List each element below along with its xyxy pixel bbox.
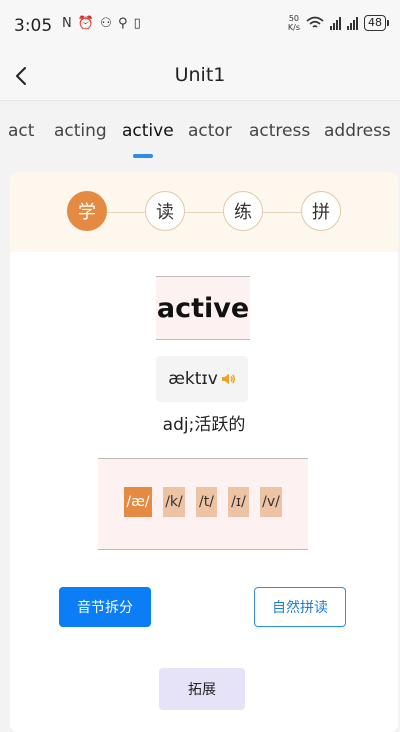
signal-icon-2	[347, 16, 358, 30]
active-tab-indicator	[133, 154, 153, 158]
page-title: Unit1	[174, 64, 226, 86]
word-card: 学 读 练 拼 active æktɪv adj;活跃的 /æ/ /k/ /t/…	[10, 172, 398, 732]
expand-button[interactable]: 拓展	[159, 668, 245, 710]
syllable-chip[interactable]: /ɪ/	[228, 487, 249, 517]
signal-icon	[330, 16, 341, 30]
tab-address[interactable]: address	[324, 121, 391, 141]
tab-actress[interactable]: actress	[249, 121, 310, 141]
step-practice[interactable]: 练	[223, 191, 263, 231]
status-indicators: 50 K/s 48	[287, 14, 389, 32]
syllable-chip[interactable]: /v/	[260, 487, 282, 517]
app-header: Unit1	[0, 52, 400, 100]
status-time: 3:05	[14, 16, 53, 36]
phonetic-text: æktɪv	[168, 369, 218, 389]
battery-indicator: 48	[364, 15, 389, 31]
word-tabs: act acting active actor actress address	[0, 100, 400, 161]
word-display: active	[156, 276, 250, 340]
step-progress: 学 读 练 拼	[10, 172, 398, 252]
syllable-chip[interactable]: /t/	[196, 487, 217, 517]
syllable-split-button[interactable]: 音节拆分	[59, 587, 151, 627]
tab-actor[interactable]: actor	[188, 121, 232, 141]
syllable-chip[interactable]: /k/	[163, 487, 185, 517]
tab-acting[interactable]: acting	[54, 121, 107, 141]
notification-icons: N ⏰ ⚇ ⚲ ▯	[62, 16, 142, 31]
phonetic-play-button[interactable]: æktɪv	[156, 356, 248, 402]
network-speed: 50 K/s	[287, 14, 300, 32]
tab-act[interactable]: act	[8, 121, 34, 141]
step-connector	[263, 212, 301, 213]
tab-active[interactable]: active	[122, 121, 174, 141]
syllable-chip[interactable]: /æ/	[124, 487, 152, 517]
step-connector	[107, 212, 145, 213]
step-connector	[185, 212, 223, 213]
speaker-icon	[221, 373, 235, 385]
word-meaning: adj;活跃的	[162, 415, 246, 435]
step-read[interactable]: 读	[145, 191, 185, 231]
step-learn[interactable]: 学	[67, 191, 107, 231]
status-bar: 3:05 N ⏰ ⚇ ⚲ ▯ 50 K/s 48	[0, 0, 400, 52]
wifi-icon	[306, 16, 324, 28]
natural-phonics-button[interactable]: 自然拼读	[254, 587, 346, 627]
step-spell[interactable]: 拼	[301, 191, 341, 231]
syllable-panel: /æ/ /k/ /t/ /ɪ/ /v/	[98, 458, 308, 550]
